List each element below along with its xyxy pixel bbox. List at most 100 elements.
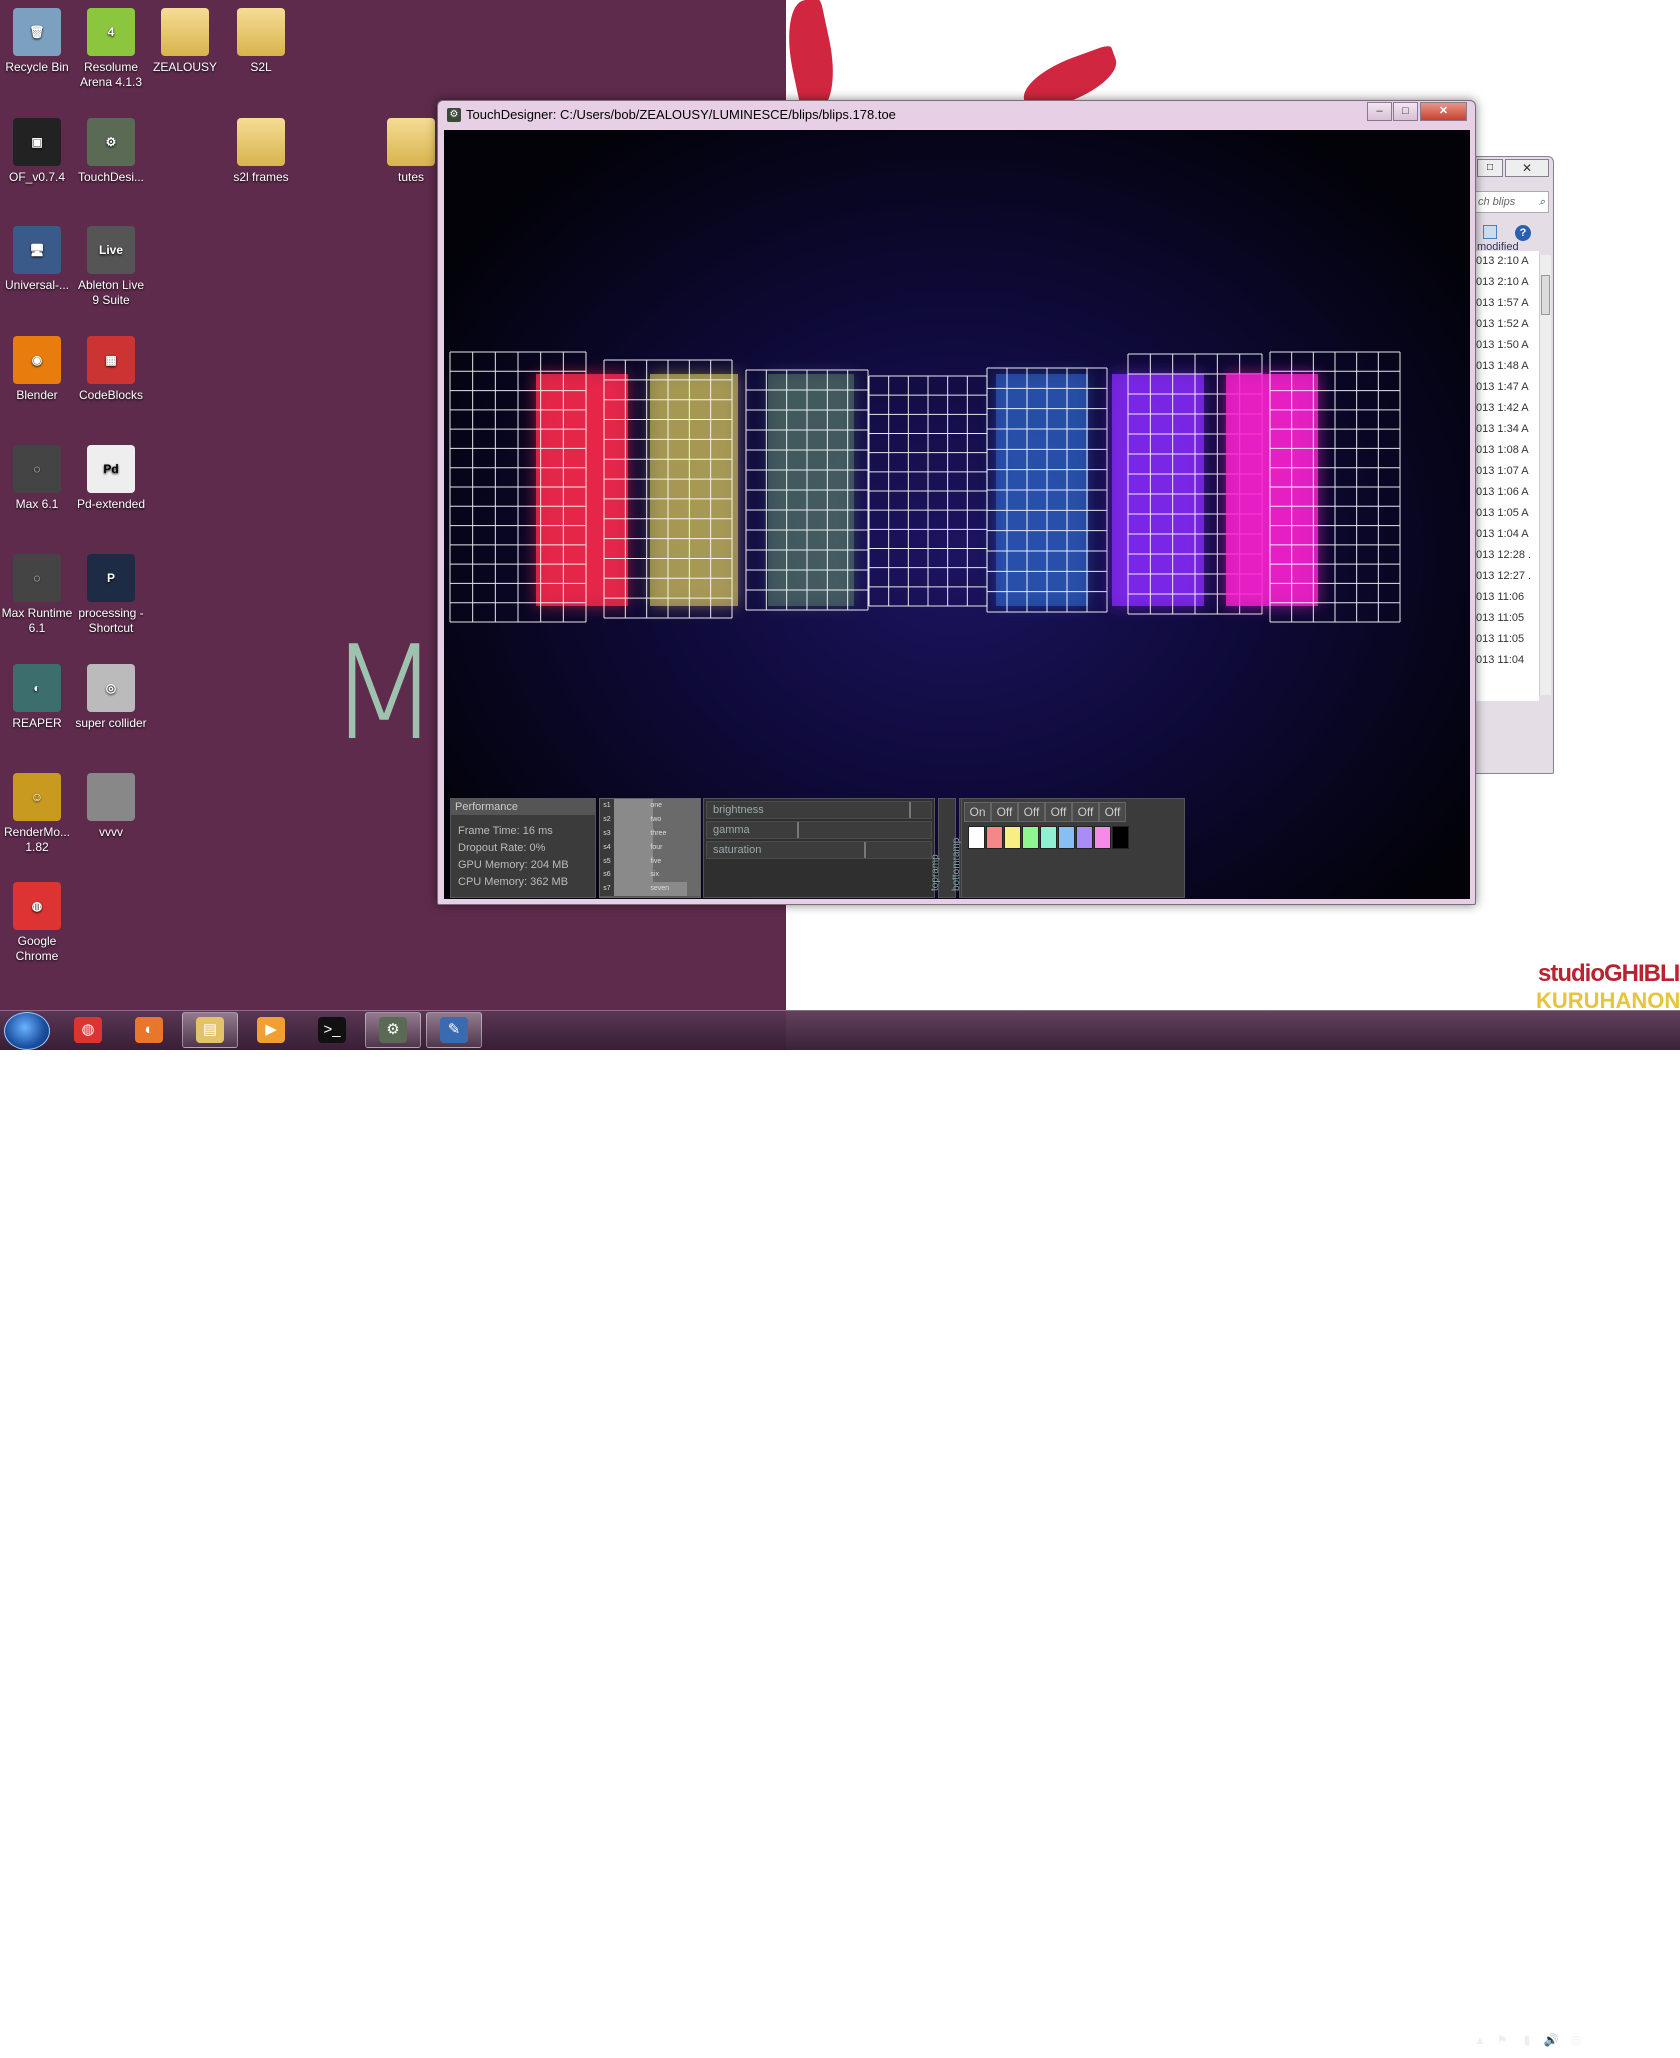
color-swatch[interactable] [1040,826,1057,849]
color-swatch[interactable] [1058,826,1075,849]
saturation-handle[interactable] [863,842,866,858]
channel-level-bar[interactable]: seven [614,882,700,897]
file-row-date[interactable]: 013 12:27 . [1475,566,1539,587]
explorer-search-box[interactable]: ch blips ⌕ [1475,191,1549,213]
color-swatch[interactable] [1094,826,1111,849]
desktop-icon-of[interactable]: ▣ OF_v0.7.4 [0,118,75,185]
taskbar-media[interactable]: ▶ [243,1012,299,1048]
explorer-max-button[interactable]: □ [1477,159,1503,177]
desktop-icon-touchdesigner[interactable]: ⚙ TouchDesi... [73,118,149,185]
file-row-date[interactable]: 013 12:28 . [1475,545,1539,566]
system-clock[interactable]: 2:00 PM 3/07/2013 [1600,2026,1672,2058]
desktop-icon-reaper[interactable]: ◐ REAPER [0,664,75,731]
channel-level-bar[interactable]: two [614,812,700,827]
file-row-date[interactable]: 013 1:08 A [1475,440,1539,461]
color-swatch[interactable] [1076,826,1093,849]
channel-row[interactable]: s5 five [600,854,700,869]
channel-row[interactable]: s4 four [600,840,700,855]
explorer-file-list[interactable]: 013 2:10 A 013 2:10 A 013 1:57 A 013 1:52 A… [1475,251,1539,701]
channel-sliders-panel[interactable]: s1 one s2 two s3 three s4 four s5 five s6 six s7 seve… [599,798,701,898]
file-row-date[interactable]: 013 2:10 A [1475,251,1539,272]
desktop-icon-maxruntime[interactable]: ◌ Max Runtime 6.1 [0,554,75,636]
explorer-window[interactable]: □ ✕ ch blips ⌕ ? modified 013 2:10 A 013 … [1474,156,1554,774]
channel-level-bar[interactable]: four [614,840,700,855]
touchdesigner-app-icon[interactable]: ⚙ [447,108,461,122]
explorer-close-button[interactable]: ✕ [1505,159,1549,177]
desktop-icon-supercollider[interactable]: ◎ super collider [73,664,149,731]
desktop-icon-zealousy[interactable]: ZEALOUSY [147,8,223,75]
maximize-button[interactable]: □ [1393,102,1418,121]
network-signal-icon[interactable]: ▮ [1519,2032,1535,2048]
channel-level-bar[interactable]: six [614,868,700,883]
color-swatch[interactable] [986,826,1003,849]
desktop-icon-pd[interactable]: Pd Pd-extended [73,445,149,512]
explorer-scrollbar[interactable] [1539,255,1551,695]
brightness-slider[interactable]: brightness [706,801,932,819]
action-center-flag-icon[interactable]: ⚑ [1494,2032,1510,2048]
desktop-icon-s2l[interactable]: S2L [223,8,299,75]
taskbar-chrome[interactable]: ◍ [60,1012,116,1048]
channel-row[interactable]: s2 two [600,812,700,827]
file-row-date[interactable]: 013 1:34 A [1475,419,1539,440]
help-icon[interactable]: ? [1515,225,1531,241]
globe-icon[interactable]: ◎ [1568,2032,1584,2048]
file-row-date[interactable]: 013 1:48 A [1475,356,1539,377]
file-row-date[interactable]: 013 11:05 [1475,608,1539,629]
file-row-date[interactable]: 013 1:57 A [1475,293,1539,314]
search-icon[interactable]: ⌕ [1539,192,1545,212]
file-row-date[interactable]: 013 1:42 A [1475,398,1539,419]
taskbar-cmd[interactable]: >_ [304,1012,360,1048]
taskbar-explorer[interactable]: ▤ [182,1012,238,1048]
channel-row[interactable]: s3 three [600,826,700,841]
channel-level-bar[interactable]: five [614,854,700,869]
desktop-icon-universal[interactable]: 🖥 Universal-... [0,226,75,293]
saturation-slider[interactable]: saturation [706,841,932,859]
file-row-date[interactable]: 013 2:10 A [1475,272,1539,293]
desktop-icon-chrome[interactable]: ◍ Google Chrome [0,882,75,964]
volume-icon[interactable]: 🔊 [1543,2032,1559,2048]
file-row-date[interactable]: 013 1:04 A [1475,524,1539,545]
desktop-icon-ableton[interactable]: Live Ableton Live 9 Suite [73,226,149,308]
channel-row[interactable]: s6 six [600,868,700,883]
file-row-date[interactable]: 013 1:50 A [1475,335,1539,356]
file-row-date[interactable]: 013 11:04 [1475,650,1539,671]
close-button[interactable]: ✕ [1420,102,1467,121]
desktop-icon-max[interactable]: ◌ Max 6.1 [0,445,75,512]
desktop-icon-rendermonkey[interactable]: ☺ RenderMo... 1.82 [0,773,75,855]
channel-level-bar[interactable]: three [614,826,700,841]
color-toggle-5[interactable]: Off [1099,802,1126,822]
desktop-icon-recycle[interactable]: 🗑 Recycle Bin [0,8,75,75]
minimize-button[interactable]: – [1367,102,1392,121]
channel-row[interactable]: s1 one [600,799,700,813]
start-button[interactable] [4,1012,50,1050]
color-swatch[interactable] [1112,826,1129,849]
color-swatch[interactable] [1004,826,1021,849]
color-toggle-3[interactable]: Off [1045,802,1072,822]
file-row-date[interactable]: 013 1:52 A [1475,314,1539,335]
color-swatch[interactable] [968,826,985,849]
gamma-slider[interactable]: gamma [706,821,932,839]
color-swatch[interactable] [1022,826,1039,849]
channel-row[interactable]: s7 seven [600,882,700,897]
desktop-icon-s2lframes[interactable]: s2l frames [223,118,299,185]
brightness-handle[interactable] [908,802,911,818]
desktop-icon-vvvv[interactable]: vvvv [73,773,149,840]
color-toggle-1[interactable]: Off [991,802,1018,822]
gamma-handle[interactable] [796,822,799,838]
file-row-date[interactable]: 013 11:05 [1475,629,1539,650]
file-row-date[interactable]: 013 1:06 A [1475,482,1539,503]
touchdesigner-viewport[interactable]: Performance Frame Time: 16 ms Dropout Ra… [444,130,1470,899]
color-correction-panel[interactable]: brightness gamma saturation [703,798,935,898]
channel-level-bar[interactable]: one [614,799,700,813]
desktop-icon-blender[interactable]: ◉ Blender [0,336,75,403]
desktop-icon-codeblocks[interactable]: ▦ CodeBlocks [73,336,149,403]
desktop-icon-resolume[interactable]: 4 Resolume Arena 4.1.3 [73,8,149,90]
color-toggle-panel[interactable]: On Off Off Off Off Off [961,798,1185,898]
desktop-icon-processing[interactable]: Pprocessing - Shortcut [73,554,149,636]
tray-expand-icon[interactable]: ▲ [1472,2032,1488,2048]
scrollbar-thumb[interactable] [1541,275,1550,315]
file-row-date[interactable]: 013 1:47 A [1475,377,1539,398]
file-row-date[interactable]: 013 1:05 A [1475,503,1539,524]
file-row-date[interactable]: 013 1:07 A [1475,461,1539,482]
taskbar-firefox[interactable]: ◐ [121,1012,177,1048]
